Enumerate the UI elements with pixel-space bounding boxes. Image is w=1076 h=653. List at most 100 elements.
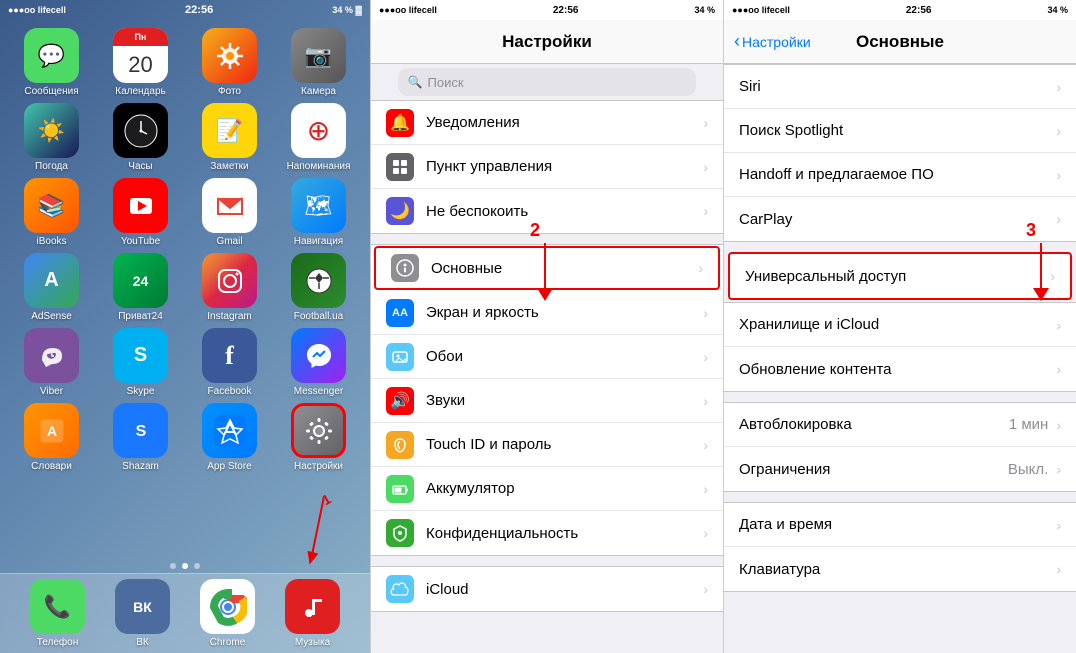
settings-row-general[interactable]: Основные › (374, 246, 720, 290)
dock-chrome[interactable]: Chrome (194, 579, 262, 648)
gmail-label: Gmail (216, 236, 242, 247)
messenger-label: Messenger (294, 386, 343, 397)
phone2-settings: ●●●oo lifecell 22:56 34 % Настройки 🔍 По… (370, 0, 723, 653)
messenger-icon (291, 328, 346, 383)
dock-vk[interactable]: ВК ВК (109, 579, 177, 648)
app-reminders[interactable]: ⊕ Напоминания (285, 103, 353, 172)
app-slovary[interactable]: А Словари (18, 403, 86, 472)
app-navigation[interactable]: 🗺 Навигация (285, 178, 353, 247)
photos-label: Фото (218, 86, 241, 97)
back-button[interactable]: ‹ Настройки (734, 31, 811, 52)
chrome-label: Chrome (210, 637, 246, 648)
donotdisturb-label: Не беспокоить (426, 203, 703, 220)
viber-label: Viber (40, 386, 63, 397)
donotdisturb-icon: 🌙 (386, 197, 414, 225)
app-shazam[interactable]: S Shazam (107, 403, 175, 472)
control-chevron: › (703, 159, 708, 175)
sounds-chevron: › (703, 393, 708, 409)
datetime-chevron: › (1056, 517, 1061, 533)
app-instagram[interactable]: Instagram (196, 253, 264, 322)
detail-row-spotlight[interactable]: Поиск Spotlight › (724, 109, 1076, 153)
app-viber[interactable]: Viber (18, 328, 86, 397)
app-appstore[interactable]: App Store (196, 403, 264, 472)
detail-row-universal[interactable]: Универсальный доступ › (730, 254, 1070, 298)
app-privat24[interactable]: 24 Приват24 (107, 253, 175, 322)
app-messenger[interactable]: Messenger (285, 328, 353, 397)
detail-row-carplay[interactable]: CarPlay › (724, 197, 1076, 241)
detail-row-restrictions[interactable]: Ограничения Выкл. › (724, 447, 1076, 491)
app-clock[interactable]: Часы (107, 103, 175, 172)
messages-label: Сообщения (24, 86, 78, 97)
detail-row-autolock[interactable]: Автоблокировка 1 мин › (724, 403, 1076, 447)
app-weather[interactable]: ☀️ Погода (18, 103, 86, 172)
app-calendar[interactable]: Пн 20 Календарь (107, 28, 175, 97)
universal-label: Универсальный доступ (745, 268, 1050, 285)
settings-row-notifications[interactable]: 🔔 Уведомления › (371, 101, 723, 145)
back-chevron-icon: ‹ (734, 31, 740, 52)
handoff-label: Handoff и предлагаемое ПО (739, 166, 1056, 183)
settings-row-wallpaper[interactable]: Обои › (371, 335, 723, 379)
carrier-1: ●●●oo lifecell (8, 5, 66, 15)
detail-row-keyboard[interactable]: Клавиатура › (724, 547, 1076, 591)
detail-row-handoff[interactable]: Handoff и предлагаемое ПО › (724, 153, 1076, 197)
status-bar-1: ●●●oo lifecell 22:56 34 % ▓ (0, 0, 370, 20)
settings-row-icloud[interactable]: iCloud › (371, 567, 723, 611)
appstore-icon (202, 403, 257, 458)
detail-row-storage[interactable]: Хранилище и iCloud › (724, 303, 1076, 347)
facebook-icon: f (202, 328, 257, 383)
general-icon (391, 254, 419, 282)
app-settings[interactable]: Настройки (285, 403, 353, 472)
search-icon: 🔍 (408, 75, 423, 89)
app-ibooks[interactable]: 📚 iBooks (18, 178, 86, 247)
dock-music[interactable]: Музыка (279, 579, 347, 648)
app-row-1: 💬 Сообщения Пн 20 Календарь (12, 28, 358, 97)
app-camera[interactable]: 📷 Камера (285, 28, 353, 97)
dock-phone[interactable]: 📞 Телефон (24, 579, 92, 648)
app-football[interactable]: Football.ua (285, 253, 353, 322)
youtube-label: YouTube (121, 236, 160, 247)
restrictions-value: Выкл. (1008, 461, 1048, 478)
app-adsense[interactable]: A AdSense (18, 253, 86, 322)
notifications-label: Уведомления (426, 114, 703, 131)
detail-row-datetime[interactable]: Дата и время › (724, 503, 1076, 547)
settings-row-donotdisturb[interactable]: 🌙 Не беспокоить › (371, 189, 723, 233)
app-youtube[interactable]: YouTube (107, 178, 175, 247)
app-notes[interactable]: 📝 Заметки (196, 103, 264, 172)
spotlight-chevron: › (1056, 123, 1061, 139)
search-input-wrap[interactable]: 🔍 Поиск (398, 68, 697, 96)
notes-icon: 📝 (202, 103, 257, 158)
settings-row-display[interactable]: AA Экран и яркость › (371, 291, 723, 335)
app-facebook[interactable]: f Facebook (196, 328, 264, 397)
privat24-label: Приват24 (118, 311, 163, 322)
settings-search-bar[interactable]: 🔍 Поиск (371, 64, 723, 100)
app-row-5: Viber S Skype f Facebook (12, 328, 358, 397)
skype-label: Skype (127, 386, 155, 397)
carrier-2: ●●●oo lifecell (379, 5, 437, 15)
settings-row-control[interactable]: Пункт управления › (371, 145, 723, 189)
settings-row-privacy[interactable]: Конфиденциальность › (371, 511, 723, 555)
touchid-label: Touch ID и пароль (426, 436, 703, 453)
detail-section-3: Автоблокировка 1 мин › Ограничения Выкл.… (724, 402, 1076, 492)
display-icon: AA (386, 299, 414, 327)
app-skype[interactable]: S Skype (107, 328, 175, 397)
spotlight-label: Поиск Spotlight (739, 122, 1056, 139)
app-grid: 💬 Сообщения Пн 20 Календарь (0, 20, 370, 558)
settings-title: Настройки (502, 32, 592, 52)
app-messages[interactable]: 💬 Сообщения (18, 28, 86, 97)
settings-row-battery[interactable]: Аккумулятор › (371, 467, 723, 511)
settings-icon (291, 403, 346, 458)
facebook-label: Facebook (208, 386, 252, 397)
detail-row-siri[interactable]: Siri › (724, 65, 1076, 109)
detail-row-background[interactable]: Обновление контента › (724, 347, 1076, 391)
app-gmail[interactable]: Gmail (196, 178, 264, 247)
wallpaper-chevron: › (703, 349, 708, 365)
app-photos[interactable]: Фото (196, 28, 264, 97)
icloud-chevron: › (703, 581, 708, 597)
privacy-label: Конфиденциальность (426, 525, 703, 542)
football-icon (291, 253, 346, 308)
settings-row-sounds[interactable]: 🔊 Звуки › (371, 379, 723, 423)
settings-row-touchid[interactable]: Touch ID и пароль › (371, 423, 723, 467)
notifications-chevron: › (703, 115, 708, 131)
storage-label: Хранилище и iCloud (739, 316, 1056, 333)
settings-list: 🔔 Уведомления › Пункт управления › (371, 100, 723, 653)
